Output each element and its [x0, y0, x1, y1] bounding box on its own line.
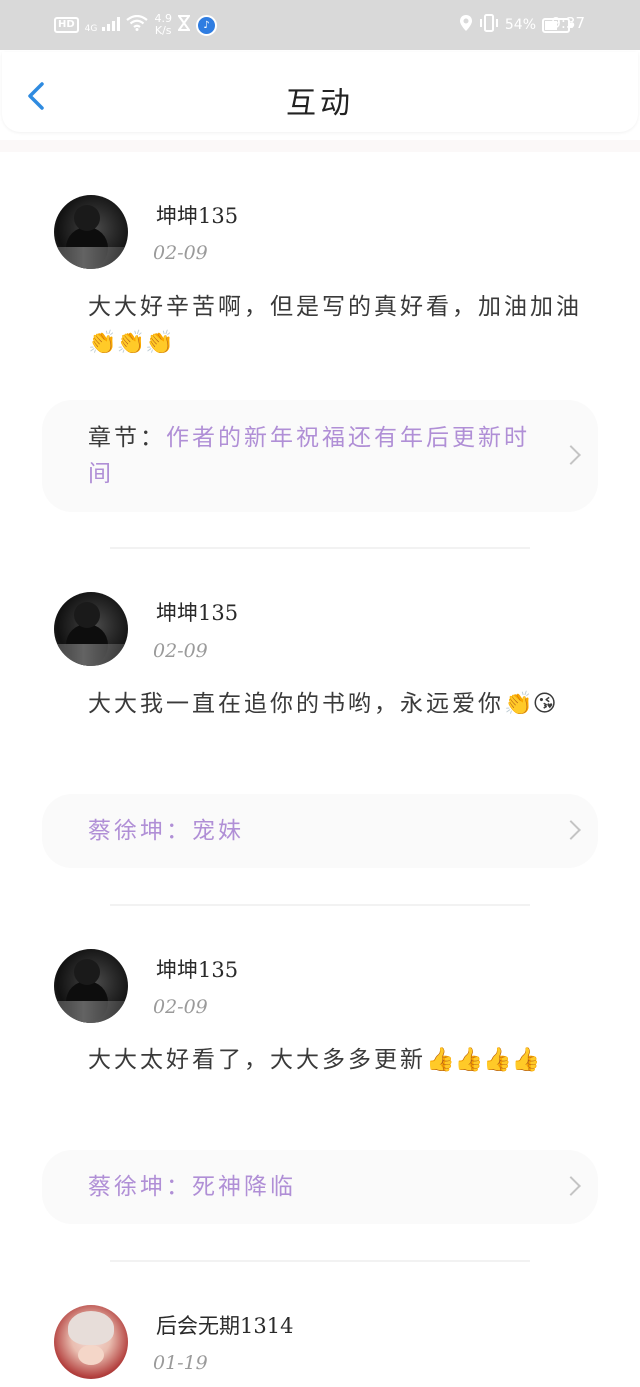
chapter-name: 宠妹 — [192, 818, 244, 844]
status-bar: HD 4G 4.9 K/s ♪ 54% 9:37 — [0, 0, 640, 50]
avatar[interactable] — [54, 195, 128, 269]
divider — [110, 1260, 530, 1262]
divider — [110, 547, 530, 549]
page-title: 互动 — [286, 86, 354, 121]
chapter-link[interactable]: 蔡徐坤：宠妹 — [42, 794, 598, 868]
chapter-link[interactable]: 蔡徐坤：死神降临 — [42, 1150, 598, 1224]
post-date: 02-09 — [153, 996, 208, 1018]
post-date: 01-19 — [153, 1352, 208, 1374]
username[interactable]: 坤坤135 — [156, 954, 238, 984]
username[interactable]: 后会无期1314 — [156, 1310, 293, 1340]
avatar[interactable] — [54, 949, 128, 1023]
chapter-label: 蔡徐坤： — [88, 1174, 192, 1200]
comment-body: 大大好辛苦啊，但是写的真好看，加油加油 — [88, 294, 582, 320]
hourglass-icon — [177, 15, 191, 35]
nav-shadow-strip — [0, 140, 640, 152]
divider — [110, 904, 530, 906]
comment-emoji: 👏😘 — [504, 691, 557, 717]
chapter-link[interactable]: 章节：作者的新年祝福还有年后更新时间 — [42, 400, 598, 512]
comment-body: 大大太好看了，大大多多更新 — [88, 1047, 426, 1073]
hd-icon: HD — [54, 17, 79, 33]
username[interactable]: 坤坤135 — [156, 597, 238, 627]
status-left-icons: HD 4G 4.9 K/s ♪ — [54, 12, 217, 38]
clock: 9:37 — [551, 14, 585, 32]
chevron-right-icon — [561, 445, 581, 465]
network-speed: 4.9 K/s — [154, 13, 172, 37]
chapter-text: 蔡徐坤：宠妹 — [88, 813, 540, 849]
network-type: 4G — [84, 23, 98, 34]
battery-percent: 54% — [504, 17, 536, 33]
speed-unit: K/s — [154, 24, 172, 37]
vibrate-icon — [479, 14, 499, 36]
top-nav-bar: 互动 — [2, 52, 638, 132]
location-icon — [459, 14, 473, 36]
chapter-name: 死神降临 — [192, 1174, 296, 1200]
chevron-right-icon — [561, 820, 581, 840]
username[interactable]: 坤坤135 — [156, 200, 238, 230]
chapter-label: 蔡徐坤： — [88, 818, 192, 844]
signal-icon: 4G — [85, 16, 121, 35]
chapter-text: 章节：作者的新年祝福还有年后更新时间 — [88, 420, 540, 492]
avatar[interactable] — [54, 1305, 128, 1379]
wifi-icon — [126, 14, 149, 35]
chapter-label: 章节： — [88, 425, 166, 451]
chevron-right-icon — [561, 1176, 581, 1196]
avatar[interactable] — [54, 592, 128, 666]
comment-text: 大大太好看了，大大多多更新👍👍👍👍 — [88, 1042, 588, 1078]
comment-emoji: 👍👍👍👍 — [426, 1047, 541, 1073]
post-date: 02-09 — [153, 640, 208, 662]
music-icon: ♪ — [195, 14, 217, 36]
post-date: 02-09 — [153, 242, 208, 264]
comment-text: 大大好辛苦啊，但是写的真好看，加油加油 👏👏👏 — [88, 289, 588, 361]
comment-text: 大大我一直在追你的书哟，永远爱你👏😘 — [88, 686, 588, 722]
comment-body: 大大我一直在追你的书哟，永远爱你 — [88, 691, 504, 717]
comment-emoji: 👏👏👏 — [88, 330, 174, 356]
chapter-text: 蔡徐坤：死神降临 — [88, 1169, 540, 1205]
